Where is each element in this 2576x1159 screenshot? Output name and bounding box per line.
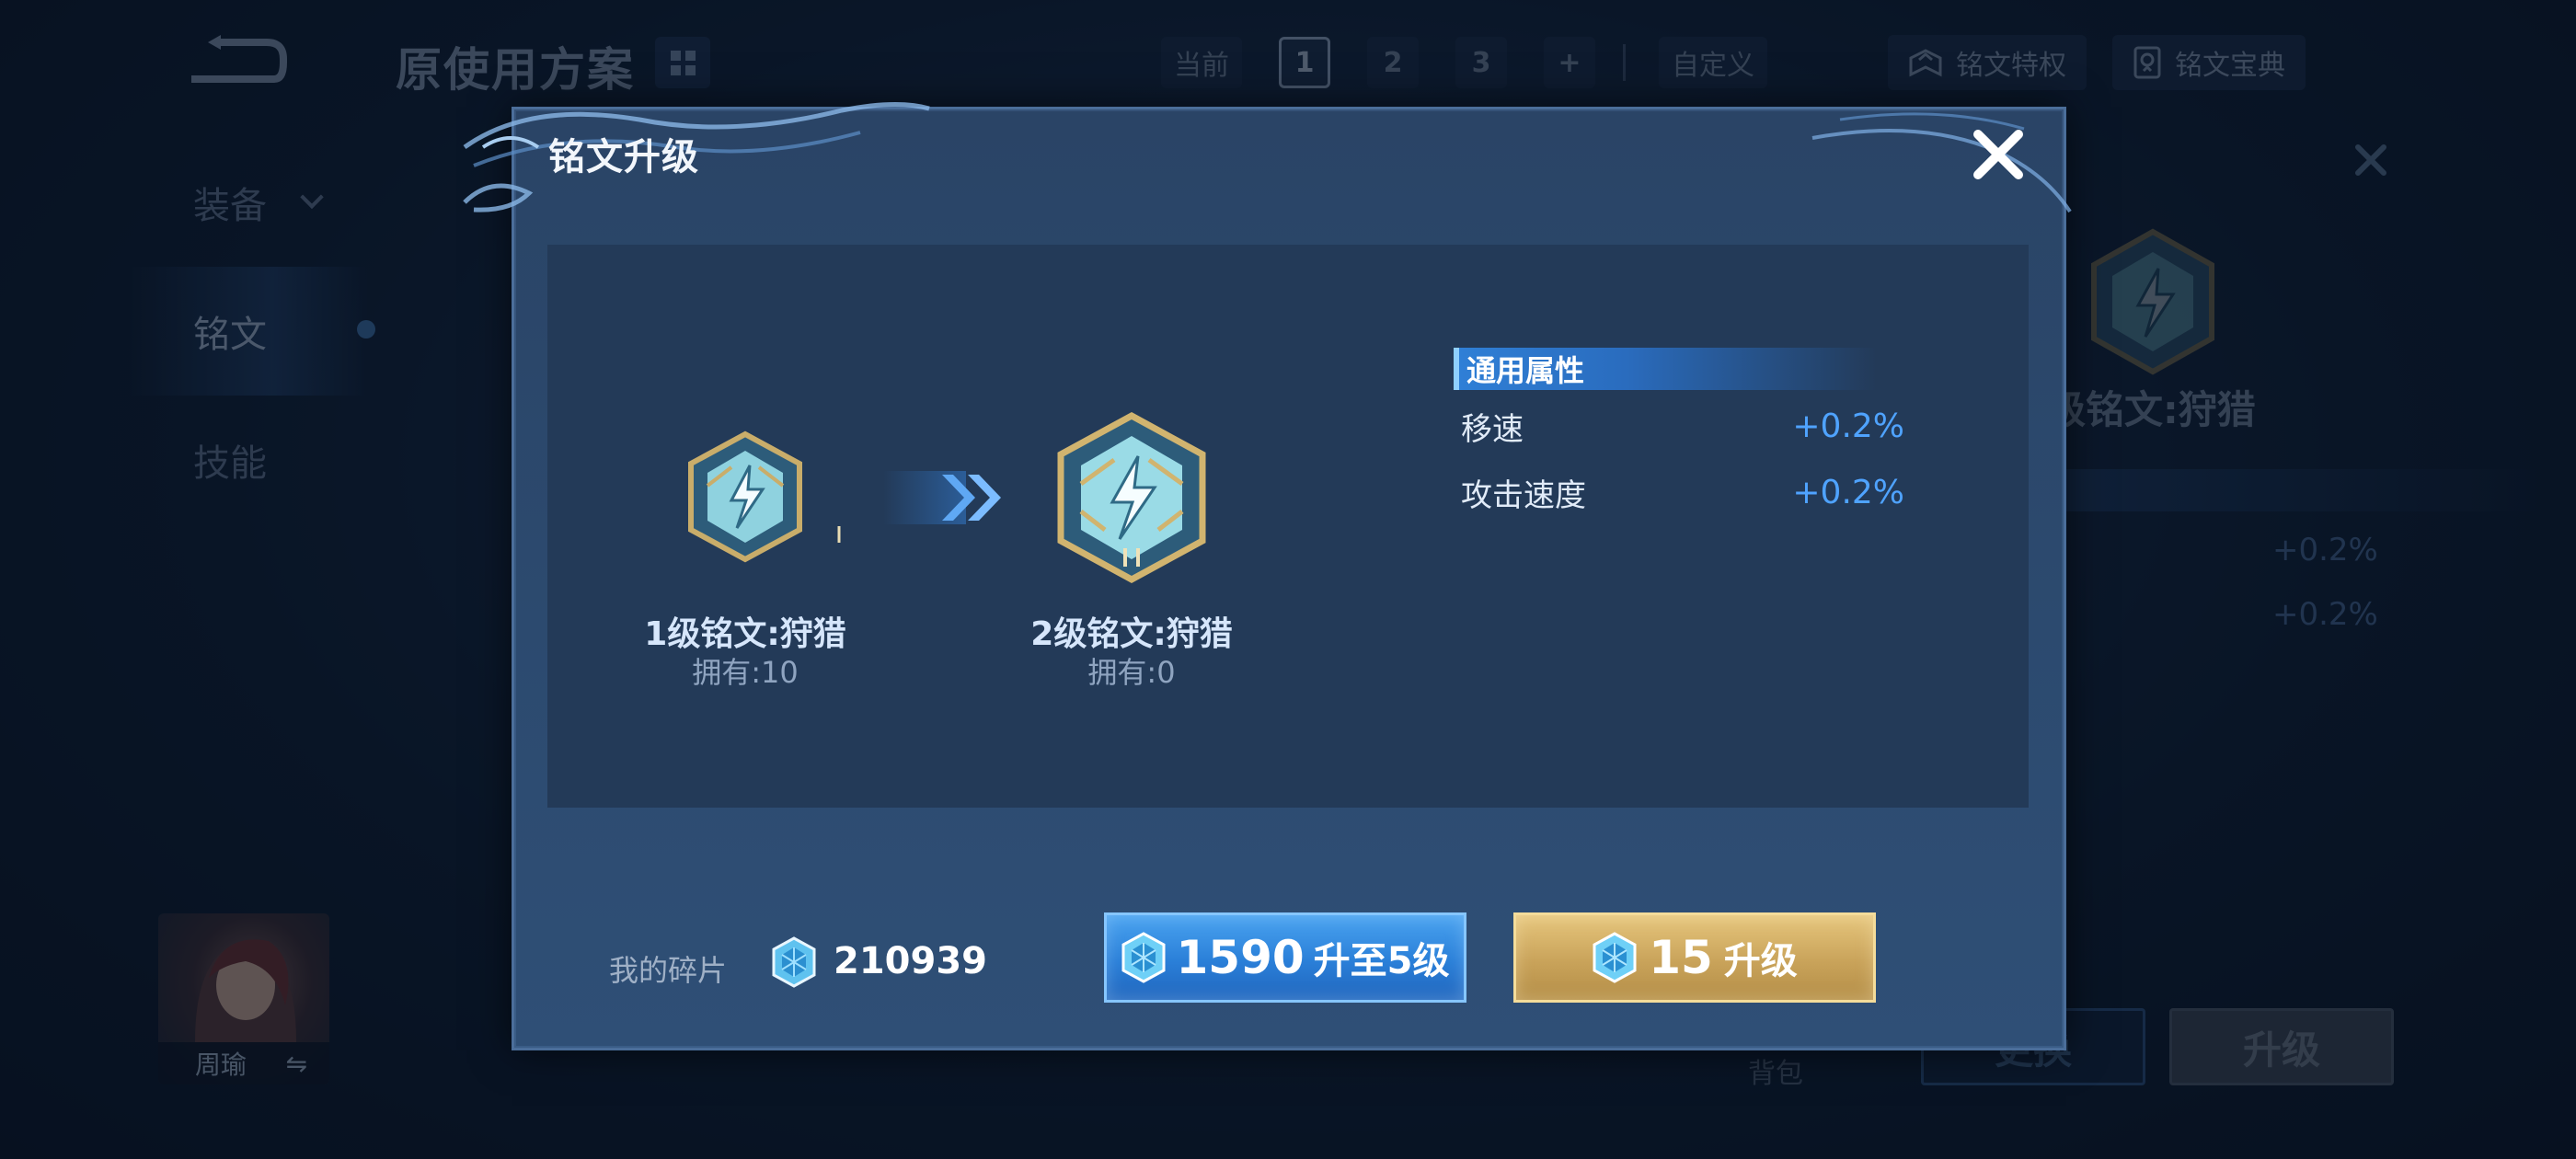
add-plan-button[interactable]: +	[1544, 37, 1595, 88]
tab-plan-3[interactable]: 3	[1455, 37, 1507, 88]
to-inscription-owned: 拥有:0	[1087, 655, 1176, 690]
tab-plan-2[interactable]: 2	[1367, 37, 1419, 88]
side-item-label: 技能	[193, 442, 267, 485]
attribute-value: +0.2%	[1792, 473, 1904, 511]
side-menu: 装备 铭文 技能	[129, 138, 375, 524]
tab-divider	[1623, 44, 1626, 81]
grid-view-button[interactable]	[655, 37, 710, 88]
privilege-label: 铭文特权	[1956, 50, 2066, 82]
side-item-skill[interactable]: 技能	[129, 396, 368, 524]
side-item-equipment[interactable]: 装备	[129, 138, 368, 267]
fragment-gem-icon	[772, 936, 816, 988]
tab-plan-1[interactable]: 1	[1279, 37, 1330, 88]
attributes-header: 通用属性	[1454, 348, 1877, 390]
hero-portrait	[195, 939, 296, 1042]
fragments-count: 210939	[834, 940, 987, 982]
fragment-gem-icon	[1121, 932, 1166, 983]
side-item-inscription[interactable]: 铭文	[129, 267, 375, 396]
upgrade-cost: 15	[1649, 931, 1713, 984]
inscription-icon	[2091, 228, 2214, 375]
upgrade-button-bg[interactable]: 升级	[2169, 1008, 2394, 1085]
right-panel-value: +0.2%	[2272, 532, 2378, 568]
crown-book-icon	[1909, 49, 1942, 77]
chevron-down-icon	[300, 185, 324, 210]
attribute-value: +0.2%	[1792, 407, 1904, 445]
codex-button[interactable]: 铭文宝典	[2112, 35, 2306, 90]
codex-icon	[2133, 46, 2161, 79]
codex-label: 铭文宝典	[2175, 50, 2285, 82]
from-inscription-owned: 拥有:10	[692, 655, 799, 690]
inscription-level-1-icon[interactable]	[685, 430, 805, 564]
plan-tabs: 当前 1 2 3 + 自定义	[1161, 37, 1804, 88]
fragment-gem-icon	[1593, 932, 1637, 983]
close-icon[interactable]	[2351, 140, 2391, 180]
to-inscription-name: 2级铭文:狩猎	[1030, 615, 1233, 653]
attribute-name: 攻击速度	[1461, 476, 1586, 514]
numeral-i-icon	[837, 526, 841, 543]
swirl-ornament	[1811, 112, 2072, 213]
inscription-level-2-icon[interactable]	[1053, 410, 1210, 585]
plan-title: 原使用方案	[396, 43, 635, 97]
upgrade-max-label: 升至5级	[1313, 940, 1450, 982]
hero-name-bar: 周瑜 ⇋	[158, 1042, 329, 1084]
from-inscription-name: 1级铭文:狩猎	[644, 615, 846, 653]
back-arrow-icon[interactable]	[184, 35, 287, 86]
privilege-button[interactable]: 铭文特权	[1888, 35, 2087, 90]
modal-title: 铭文升级	[548, 136, 699, 178]
right-panel-value: +0.2%	[2272, 596, 2378, 633]
tab-current-label: 当前	[1161, 37, 1242, 88]
upgrade-to-max-button[interactable]: 1590 升至5级	[1104, 912, 1466, 1003]
attribute-row: 移速 +0.2%	[1461, 403, 1904, 449]
custom-button[interactable]: 自定义	[1659, 37, 1767, 88]
close-icon[interactable]	[1969, 125, 2028, 184]
grid-icon	[670, 50, 696, 75]
active-dot-icon	[357, 320, 375, 339]
attribute-name: 移速	[1461, 410, 1524, 448]
fragments-label: 我的碎片	[609, 953, 728, 988]
upgrade-button[interactable]: 15 升级	[1513, 912, 1876, 1003]
side-item-label: 装备	[193, 185, 267, 227]
hero-card[interactable]: 周瑜 ⇋	[158, 913, 329, 1084]
side-item-label: 铭文	[193, 314, 267, 356]
bag-label[interactable]: 背包	[1748, 1050, 1803, 1091]
swap-icon[interactable]: ⇋	[286, 1049, 307, 1079]
upgrade-max-cost: 1590	[1176, 931, 1305, 984]
hero-name: 周瑜	[195, 1050, 247, 1080]
right-panel-title: 级铭文:狩猎	[2047, 387, 2256, 432]
double-chevron-right-icon	[883, 471, 1001, 524]
upgrade-label: 升级	[1723, 940, 1798, 982]
attribute-row: 攻击速度 +0.2%	[1461, 469, 1904, 515]
